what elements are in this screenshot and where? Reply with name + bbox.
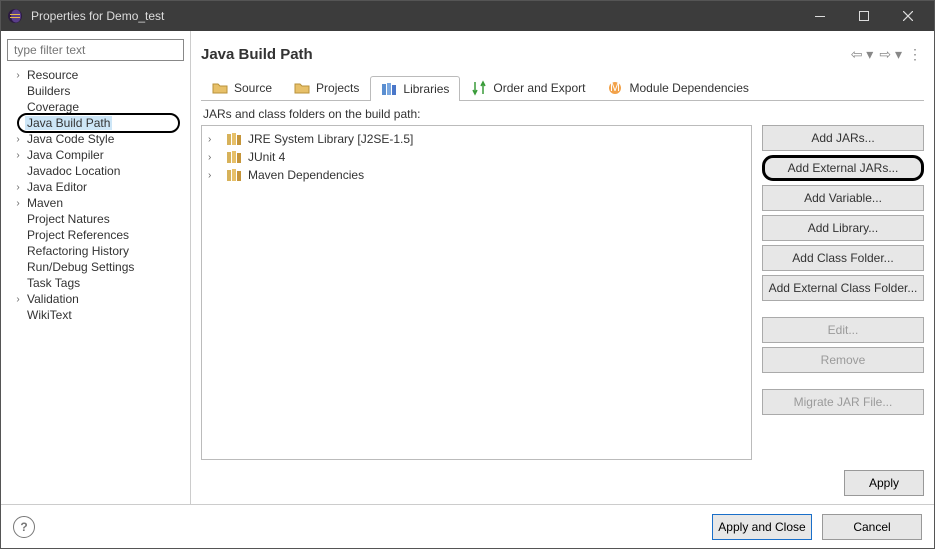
sidebar-item-label: Run/Debug Settings (25, 260, 136, 274)
menu-icon[interactable]: ⋮ (906, 44, 924, 65)
sidebar-item-label: Java Compiler (25, 148, 106, 162)
maximize-button[interactable] (842, 1, 886, 31)
nav-tree[interactable]: ›ResourceBuildersCoverageJava Build Path… (7, 67, 184, 496)
add-variable-button[interactable]: Add Variable... (762, 185, 924, 211)
expander-icon: › (11, 182, 25, 193)
tab-source[interactable]: Source (201, 75, 283, 100)
expander-icon: › (11, 198, 25, 209)
sidebar-item-label: Coverage (25, 100, 81, 114)
sidebar-item-wikitext[interactable]: WikiText (7, 307, 184, 323)
folder-icon (294, 80, 310, 96)
forward-icon[interactable]: ⇨ ▾ (877, 44, 904, 65)
expander-icon: › (11, 70, 25, 81)
sidebar-item-java-code-style[interactable]: ›Java Code Style (7, 131, 184, 147)
sidebar-item-resource[interactable]: ›Resource (7, 67, 184, 83)
tab-module-dependencies[interactable]: M Module Dependencies (596, 75, 759, 100)
window-title: Properties for Demo_test (31, 9, 798, 23)
sidebar-item-label: Refactoring History (25, 244, 131, 258)
expander-icon: › (208, 170, 220, 181)
library-button-column: Add JARs... Add External JARs... Add Var… (762, 125, 924, 460)
expander-icon: › (208, 134, 220, 145)
tab-label: Projects (316, 81, 359, 95)
sidebar-item-label: Validation (25, 292, 81, 306)
jar-library-icon (226, 167, 242, 183)
sidebar-item-builders[interactable]: Builders (7, 83, 184, 99)
minimize-button[interactable] (798, 1, 842, 31)
tab-label: Libraries (403, 82, 449, 96)
tab-projects[interactable]: Projects (283, 75, 370, 100)
add-class-folder-button[interactable]: Add Class Folder... (762, 245, 924, 271)
close-button[interactable] (886, 1, 930, 31)
jar-library-icon (226, 131, 242, 147)
module-icon: M (607, 80, 623, 96)
expander-icon: › (11, 150, 25, 161)
sidebar-item-label: Resource (25, 68, 80, 82)
library-entry[interactable]: › Maven Dependencies (208, 166, 745, 184)
sidebar-item-label: Java Code Style (25, 132, 116, 146)
sidebar-item-task-tags[interactable]: Task Tags (7, 275, 184, 291)
sidebar-item-project-natures[interactable]: Project Natures (7, 211, 184, 227)
add-external-class-folder-button[interactable]: Add External Class Folder... (762, 275, 924, 301)
tab-label: Order and Export (493, 81, 585, 95)
sidebar-item-javadoc-location[interactable]: Javadoc Location (7, 163, 184, 179)
sidebar-item-label: Maven (25, 196, 65, 210)
add-library-button[interactable]: Add Library... (762, 215, 924, 241)
library-entry[interactable]: › JRE System Library [J2SE-1.5] (208, 130, 745, 148)
tab-label: Source (234, 81, 272, 95)
expander-icon: › (208, 152, 220, 163)
sidebar-item-refactoring-history[interactable]: Refactoring History (7, 243, 184, 259)
library-entry-label: JUnit 4 (248, 150, 285, 164)
sidebar-item-label: Java Editor (25, 180, 89, 194)
sidebar-item-java-build-path[interactable]: Java Build Path (7, 115, 184, 131)
sidebar: ›ResourceBuildersCoverageJava Build Path… (1, 31, 191, 504)
sidebar-item-validation[interactable]: ›Validation (7, 291, 184, 307)
title-bar: Properties for Demo_test (1, 1, 934, 31)
lib-icon (381, 81, 397, 97)
tab-strip: Source Projects Libraries Order and Export M… (201, 75, 924, 101)
eclipse-icon (5, 6, 25, 26)
library-entry[interactable]: › JUnit 4 (208, 148, 745, 166)
sidebar-item-label: Builders (25, 84, 72, 98)
add-jars-button[interactable]: Add JARs... (762, 125, 924, 151)
sidebar-item-label: Javadoc Location (25, 164, 122, 178)
sidebar-item-label: Java Build Path (25, 116, 112, 130)
jar-library-icon (226, 149, 242, 165)
sidebar-item-label: Task Tags (25, 276, 82, 290)
migrate-jar-button: Migrate JAR File... (762, 389, 924, 415)
library-entry-label: Maven Dependencies (248, 168, 364, 182)
apply-button[interactable]: Apply (844, 470, 924, 496)
filter-input[interactable] (7, 39, 184, 61)
page-title: Java Build Path (201, 46, 313, 63)
sidebar-item-maven[interactable]: ›Maven (7, 195, 184, 211)
sidebar-item-run-debug-settings[interactable]: Run/Debug Settings (7, 259, 184, 275)
header-toolbar: ⇦ ▾ ⇨ ▾ ⋮ (849, 44, 924, 65)
main-panel: Java Build Path ⇦ ▾ ⇨ ▾ ⋮ Source Projects… (191, 31, 934, 504)
sidebar-item-label: Project Natures (25, 212, 112, 226)
folder-icon (212, 80, 228, 96)
remove-button: Remove (762, 347, 924, 373)
libraries-tree[interactable]: › JRE System Library [J2SE-1.5] › JUnit 4 › M… (201, 125, 752, 460)
apply-and-close-button[interactable]: Apply and Close (712, 514, 812, 540)
edit-button: Edit... (762, 317, 924, 343)
tab-libraries[interactable]: Libraries (370, 76, 460, 101)
cancel-button[interactable]: Cancel (822, 514, 922, 540)
expander-icon: › (11, 134, 25, 145)
order-icon (471, 80, 487, 96)
back-icon[interactable]: ⇦ ▾ (849, 44, 876, 65)
expander-icon: › (11, 294, 25, 305)
add-external-jars-button[interactable]: Add External JARs... (762, 155, 924, 181)
hint-label: JARs and class folders on the build path… (201, 101, 924, 125)
sidebar-item-project-references[interactable]: Project References (7, 227, 184, 243)
sidebar-item-java-editor[interactable]: ›Java Editor (7, 179, 184, 195)
sidebar-item-label: WikiText (25, 308, 74, 322)
library-entry-label: JRE System Library [J2SE-1.5] (248, 132, 413, 146)
footer-bar: ? Apply and Close Cancel (1, 504, 934, 548)
sidebar-item-label: Project References (25, 228, 131, 242)
tab-order-and-export[interactable]: Order and Export (460, 75, 596, 100)
tab-label: Module Dependencies (629, 81, 748, 95)
sidebar-item-java-compiler[interactable]: ›Java Compiler (7, 147, 184, 163)
svg-text:M: M (610, 80, 620, 94)
sidebar-item-coverage[interactable]: Coverage (7, 99, 184, 115)
help-icon[interactable]: ? (13, 516, 35, 538)
